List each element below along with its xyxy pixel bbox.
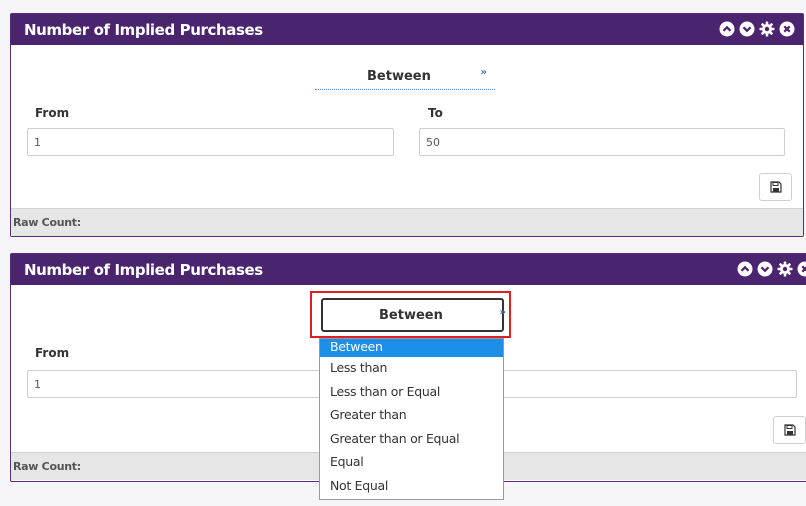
operator-select[interactable]: Between » (321, 298, 506, 332)
panel-title: Number of Implied Purchases (24, 21, 263, 39)
gear-icon[interactable] (777, 261, 793, 277)
dropdown-option-less-than[interactable]: Less than (320, 357, 503, 381)
panel-title: Number of Implied Purchases (24, 261, 263, 279)
double-chevron-down-icon: » (499, 307, 506, 318)
to-label: To (428, 106, 443, 120)
panel-controls (719, 21, 795, 37)
chevron-up-icon[interactable] (719, 21, 735, 37)
panel-controls (737, 261, 806, 277)
dropdown-option-between[interactable]: Between (320, 339, 503, 357)
from-input[interactable]: 1 (27, 128, 394, 156)
to-input[interactable]: 50 (419, 128, 785, 156)
panel-header: Number of Implied Purchases (11, 14, 803, 45)
save-icon (783, 424, 796, 436)
raw-count-label: Raw Count: (13, 216, 81, 229)
chevron-up-icon[interactable] (737, 261, 753, 277)
from-label: From (35, 106, 70, 120)
operator-value: Between (367, 69, 431, 84)
close-icon[interactable] (797, 261, 806, 277)
to-input[interactable] (501, 370, 797, 398)
from-input[interactable]: 1 (27, 370, 327, 398)
operator-dropdown-list: Between Less than Less than or Equal Gre… (319, 338, 504, 500)
panel-header: Number of Implied Purchases (11, 254, 806, 285)
raw-count-label: Raw Count: (13, 460, 81, 473)
from-label: From (35, 346, 70, 360)
gear-icon[interactable] (759, 21, 775, 37)
dropdown-option-not-equal[interactable]: Not Equal (320, 475, 503, 499)
chevron-down-icon[interactable] (757, 261, 773, 277)
filter-panel: Number of Implied Purchases Between » Be… (10, 253, 806, 500)
raw-count-bar: Raw Count: (11, 208, 803, 236)
operator-select[interactable]: Between » (315, 62, 495, 90)
double-chevron-down-icon: » (480, 67, 487, 78)
save-icon (769, 181, 782, 193)
filter-panel: Number of Implied Purchases Between » Fr… (10, 13, 804, 237)
dropdown-option-less-than-or-equal[interactable]: Less than or Equal (320, 381, 503, 405)
save-button[interactable] (759, 173, 792, 201)
operator-value: Between (379, 308, 443, 323)
dropdown-option-equal[interactable]: Equal (320, 451, 503, 475)
dropdown-option-greater-than-or-equal[interactable]: Greater than or Equal (320, 428, 503, 452)
close-icon[interactable] (779, 21, 795, 37)
save-button[interactable] (773, 416, 806, 444)
dropdown-option-greater-than[interactable]: Greater than (320, 404, 503, 428)
chevron-down-icon[interactable] (739, 21, 755, 37)
